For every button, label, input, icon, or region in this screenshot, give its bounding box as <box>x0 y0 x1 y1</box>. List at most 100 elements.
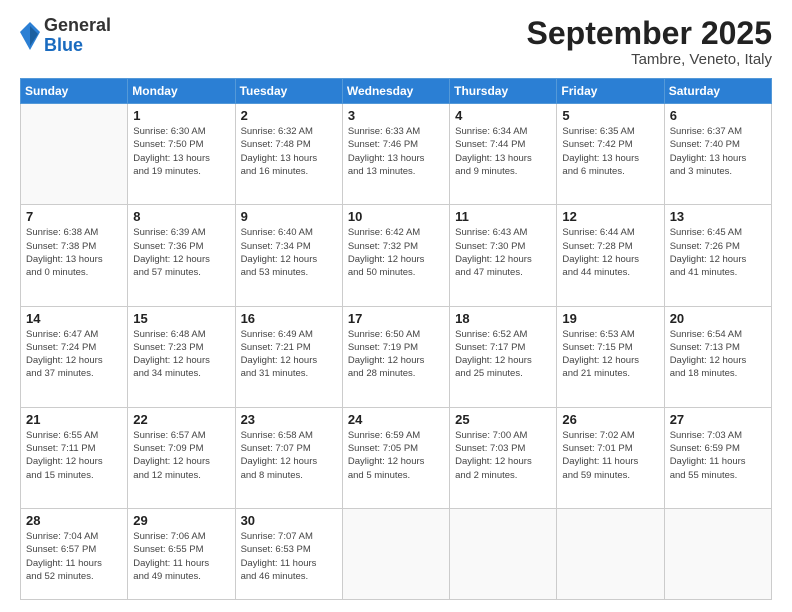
table-row: 25 Sunrise: 7:00 AMSunset: 7:03 PMDayligh… <box>450 407 557 508</box>
day-info: Sunrise: 6:40 AMSunset: 7:34 PMDaylight:… <box>241 226 337 279</box>
table-row: 22 Sunrise: 6:57 AMSunset: 7:09 PMDayligh… <box>128 407 235 508</box>
day-info: Sunrise: 6:57 AMSunset: 7:09 PMDaylight:… <box>133 429 229 482</box>
day-info: Sunrise: 6:45 AMSunset: 7:26 PMDaylight:… <box>670 226 766 279</box>
table-row: 8Sunrise: 6:39 AMSunset: 7:36 PMDaylight… <box>128 205 235 306</box>
day-number: 10 <box>348 209 444 224</box>
table-row: 24 Sunrise: 6:59 AMSunset: 7:05 PMDayligh… <box>342 407 449 508</box>
table-row: 2Sunrise: 6:32 AMSunset: 7:48 PMDaylight… <box>235 104 342 205</box>
col-sunday: Sunday <box>21 79 128 104</box>
logo-icon <box>20 22 40 50</box>
day-number: 23 <box>241 412 337 427</box>
table-row: 7 Sunrise: 6:38 AMSunset: 7:38 PMDaylight… <box>21 205 128 306</box>
day-info: Sunrise: 6:42 AMSunset: 7:32 PMDaylight:… <box>348 226 444 279</box>
calendar-table: Sunday Monday Tuesday Wednesday Thursday… <box>20 78 772 600</box>
day-info: Sunrise: 6:38 AMSunset: 7:38 PMDaylight:… <box>26 226 122 279</box>
day-number: 2 <box>241 108 337 123</box>
table-row: 29 Sunrise: 7:06 AMSunset: 6:55 PMDayligh… <box>128 508 235 599</box>
day-info: Sunrise: 6:53 AMSunset: 7:15 PMDaylight:… <box>562 328 658 381</box>
day-info: Sunrise: 6:37 AMSunset: 7:40 PMDaylight:… <box>670 125 766 178</box>
logo: General Blue <box>20 16 111 56</box>
day-info: Sunrise: 6:44 AMSunset: 7:28 PMDaylight:… <box>562 226 658 279</box>
day-info: Sunrise: 6:49 AMSunset: 7:21 PMDaylight:… <box>241 328 337 381</box>
table-row: 12Sunrise: 6:44 AMSunset: 7:28 PMDayligh… <box>557 205 664 306</box>
day-number: 29 <box>133 513 229 528</box>
table-row: 27Sunrise: 7:03 AMSunset: 6:59 PMDayligh… <box>664 407 771 508</box>
day-info: Sunrise: 6:54 AMSunset: 7:13 PMDaylight:… <box>670 328 766 381</box>
day-number: 20 <box>670 311 766 326</box>
table-row: 9 Sunrise: 6:40 AMSunset: 7:34 PMDaylight… <box>235 205 342 306</box>
location-subtitle: Tambre, Veneto, Italy <box>527 51 772 68</box>
table-row: 19 Sunrise: 6:53 AMSunset: 7:15 PMDayligh… <box>557 306 664 407</box>
day-number: 19 <box>562 311 658 326</box>
day-info: Sunrise: 6:58 AMSunset: 7:07 PMDaylight:… <box>241 429 337 482</box>
day-number: 30 <box>241 513 337 528</box>
table-row: 1 Sunrise: 6:30 AMSunset: 7:50 PMDaylight… <box>128 104 235 205</box>
day-info: Sunrise: 6:47 AMSunset: 7:24 PMDaylight:… <box>26 328 122 381</box>
col-saturday: Saturday <box>664 79 771 104</box>
day-info: Sunrise: 6:30 AMSunset: 7:50 PMDaylight:… <box>133 125 229 178</box>
table-row: 15 Sunrise: 6:48 AMSunset: 7:23 PMDayligh… <box>128 306 235 407</box>
day-number: 15 <box>133 311 229 326</box>
day-number: 3 <box>348 108 444 123</box>
table-row: 30 Sunrise: 7:07 AMSunset: 6:53 PMDayligh… <box>235 508 342 599</box>
day-number: 22 <box>133 412 229 427</box>
col-tuesday: Tuesday <box>235 79 342 104</box>
table-row: 14 Sunrise: 6:47 AMSunset: 7:24 PMDayligh… <box>21 306 128 407</box>
table-row: 26 Sunrise: 7:02 AMSunset: 7:01 PMDayligh… <box>557 407 664 508</box>
table-row <box>21 104 128 205</box>
day-info: Sunrise: 7:02 AMSunset: 7:01 PMDaylight:… <box>562 429 658 482</box>
day-number: 11 <box>455 209 551 224</box>
calendar-header-row: Sunday Monday Tuesday Wednesday Thursday… <box>21 79 772 104</box>
table-row: 10 Sunrise: 6:42 AMSunset: 7:32 PMDayligh… <box>342 205 449 306</box>
day-number: 1 <box>133 108 229 123</box>
day-number: 4 <box>455 108 551 123</box>
day-number: 28 <box>26 513 122 528</box>
table-row: 28 Sunrise: 7:04 AMSunset: 6:57 PMDayligh… <box>21 508 128 599</box>
day-info: Sunrise: 6:34 AMSunset: 7:44 PMDaylight:… <box>455 125 551 178</box>
table-row: 21Sunrise: 6:55 AMSunset: 7:11 PMDayligh… <box>21 407 128 508</box>
day-info: Sunrise: 6:55 AMSunset: 7:11 PMDaylight:… <box>26 429 122 482</box>
table-row <box>664 508 771 599</box>
day-number: 7 <box>26 209 122 224</box>
day-info: Sunrise: 6:33 AMSunset: 7:46 PMDaylight:… <box>348 125 444 178</box>
day-number: 13 <box>670 209 766 224</box>
table-row: 17Sunrise: 6:50 AMSunset: 7:19 PMDayligh… <box>342 306 449 407</box>
day-info: Sunrise: 6:43 AMSunset: 7:30 PMDaylight:… <box>455 226 551 279</box>
table-row <box>450 508 557 599</box>
title-block: September 2025 Tambre, Veneto, Italy <box>527 16 772 68</box>
day-number: 14 <box>26 311 122 326</box>
table-row: 20 Sunrise: 6:54 AMSunset: 7:13 PMDayligh… <box>664 306 771 407</box>
logo-blue-text: Blue <box>44 35 83 55</box>
col-monday: Monday <box>128 79 235 104</box>
table-row: 13 Sunrise: 6:45 AMSunset: 7:26 PMDayligh… <box>664 205 771 306</box>
table-row: 4 Sunrise: 6:34 AMSunset: 7:44 PMDaylight… <box>450 104 557 205</box>
day-number: 8 <box>133 209 229 224</box>
table-row <box>557 508 664 599</box>
table-row: 16Sunrise: 6:49 AMSunset: 7:21 PMDayligh… <box>235 306 342 407</box>
day-number: 9 <box>241 209 337 224</box>
table-row: 18 Sunrise: 6:52 AMSunset: 7:17 PMDayligh… <box>450 306 557 407</box>
page: General Blue September 2025 Tambre, Vene… <box>0 0 792 612</box>
day-info: Sunrise: 7:07 AMSunset: 6:53 PMDaylight:… <box>241 530 337 583</box>
table-row: 5Sunrise: 6:35 AMSunset: 7:42 PMDaylight… <box>557 104 664 205</box>
table-row: 3 Sunrise: 6:33 AMSunset: 7:46 PMDaylight… <box>342 104 449 205</box>
day-number: 18 <box>455 311 551 326</box>
day-info: Sunrise: 7:04 AMSunset: 6:57 PMDaylight:… <box>26 530 122 583</box>
day-info: Sunrise: 6:48 AMSunset: 7:23 PMDaylight:… <box>133 328 229 381</box>
header: General Blue September 2025 Tambre, Vene… <box>20 16 772 68</box>
day-number: 24 <box>348 412 444 427</box>
table-row: 23 Sunrise: 6:58 AMSunset: 7:07 PMDayligh… <box>235 407 342 508</box>
col-friday: Friday <box>557 79 664 104</box>
day-info: Sunrise: 6:35 AMSunset: 7:42 PMDaylight:… <box>562 125 658 178</box>
day-info: Sunrise: 7:00 AMSunset: 7:03 PMDaylight:… <box>455 429 551 482</box>
day-number: 26 <box>562 412 658 427</box>
logo-general-text: General <box>44 15 111 35</box>
day-info: Sunrise: 6:59 AMSunset: 7:05 PMDaylight:… <box>348 429 444 482</box>
day-number: 25 <box>455 412 551 427</box>
day-info: Sunrise: 6:50 AMSunset: 7:19 PMDaylight:… <box>348 328 444 381</box>
day-info: Sunrise: 6:52 AMSunset: 7:17 PMDaylight:… <box>455 328 551 381</box>
month-title: September 2025 <box>527 16 772 51</box>
table-row <box>342 508 449 599</box>
day-info: Sunrise: 7:06 AMSunset: 6:55 PMDaylight:… <box>133 530 229 583</box>
day-info: Sunrise: 7:03 AMSunset: 6:59 PMDaylight:… <box>670 429 766 482</box>
